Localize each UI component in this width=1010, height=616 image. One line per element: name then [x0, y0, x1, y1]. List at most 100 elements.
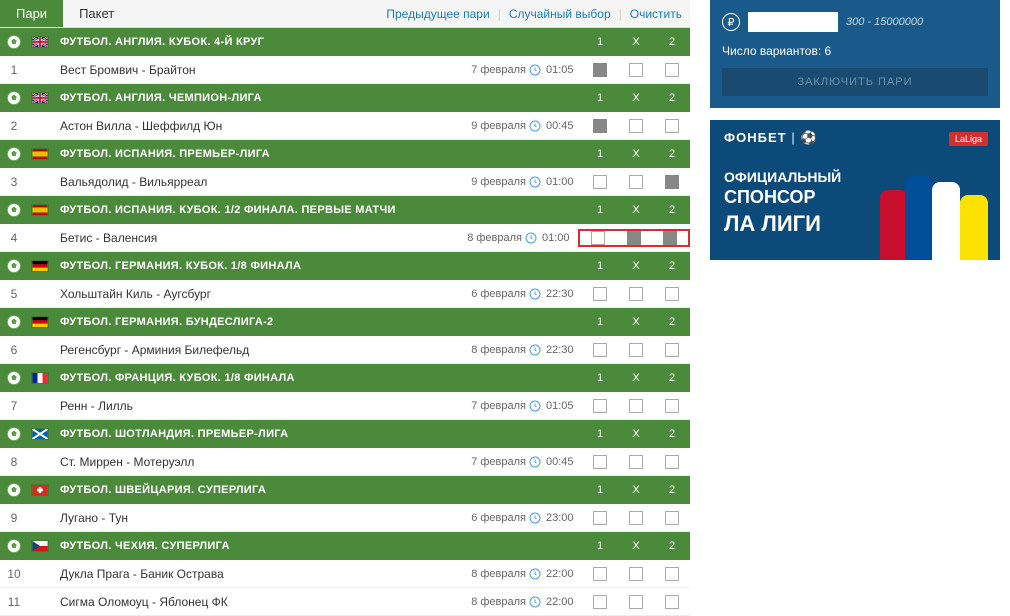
- pick-checkbox[interactable]: [593, 287, 607, 301]
- league-header[interactable]: ФУТБОЛ. АНГЛИЯ. КУБОК. 4-Й КРУГ1X2: [0, 28, 690, 56]
- pick-checkbox[interactable]: [593, 595, 607, 609]
- match-name[interactable]: Бетис - Валенсия: [52, 231, 452, 245]
- clock-icon: [526, 400, 544, 412]
- match-name[interactable]: Вест Бромвич - Брайтон: [52, 63, 456, 77]
- match-time: 22:00: [544, 568, 582, 580]
- league-header[interactable]: ФУТБОЛ. АНГЛИЯ. ЧЕМПИОН-ЛИГА1X2: [0, 84, 690, 112]
- league-title: ФУТБОЛ. ГЕРМАНИЯ. КУБОК. 1/8 ФИНАЛА: [52, 260, 582, 272]
- pick-boxes: [582, 175, 690, 189]
- clock-icon: [526, 596, 544, 608]
- match-name[interactable]: Лугано - Тун: [52, 511, 456, 525]
- league-header[interactable]: ФУТБОЛ. ШОТЛАНДИЯ. ПРЕМЬЕР-ЛИГА1X2: [0, 420, 690, 448]
- col-x: X: [618, 92, 654, 104]
- pick-checkbox[interactable]: [629, 63, 643, 77]
- pick-boxes: [582, 511, 690, 525]
- pick-checkbox[interactable]: [629, 287, 643, 301]
- match-name[interactable]: Астон Вилла - Шеффилд Юн: [52, 119, 456, 133]
- link-random[interactable]: Случайный выбор: [509, 7, 611, 21]
- match-name[interactable]: Ренн - Лилль: [52, 399, 456, 413]
- match-time: 00:45: [544, 120, 582, 132]
- league-header[interactable]: ФУТБОЛ. ГЕРМАНИЯ. КУБОК. 1/8 ФИНАЛА1X2: [0, 252, 690, 280]
- match-time: 01:05: [544, 64, 582, 76]
- league-header[interactable]: ФУТБОЛ. ГЕРМАНИЯ. БУНДЕСЛИГА-21X2: [0, 308, 690, 336]
- pick-checkbox[interactable]: [591, 231, 605, 245]
- match-name[interactable]: Дукла Прага - Баник Острава: [52, 567, 456, 581]
- pick-checkbox[interactable]: [665, 175, 679, 189]
- pick-checkbox[interactable]: [593, 175, 607, 189]
- pick-checkbox[interactable]: [629, 455, 643, 469]
- bet-amount-input[interactable]: [748, 12, 838, 32]
- match-name[interactable]: Сигма Оломоуц - Яблонец ФК: [52, 595, 456, 609]
- banner-text: ОФИЦИАЛЬНЫЙ СПОНСОР ЛА ЛИГИ: [724, 168, 841, 238]
- pick-checkbox[interactable]: [663, 231, 677, 245]
- col-x: X: [618, 148, 654, 160]
- col-1: 1: [582, 540, 618, 552]
- tab-pari[interactable]: Пари: [0, 0, 63, 27]
- pick-checkbox[interactable]: [629, 399, 643, 413]
- pick-checkbox[interactable]: [593, 567, 607, 581]
- flag-icon: [28, 540, 52, 552]
- match-name[interactable]: Регенсбург - Арминия Билефельд: [52, 343, 456, 357]
- variants-count: Число вариантов: 6: [722, 44, 988, 58]
- submit-bet-button[interactable]: ЗАКЛЮЧИТЬ ПАРИ: [722, 68, 988, 96]
- match-row: 6Регенсбург - Арминия Билефельд8 февраля…: [0, 336, 690, 364]
- pick-checkbox[interactable]: [629, 343, 643, 357]
- col-x: X: [618, 260, 654, 272]
- pick-checkbox[interactable]: [593, 455, 607, 469]
- pick-checkbox[interactable]: [665, 595, 679, 609]
- league-header[interactable]: ФУТБОЛ. ИСПАНИЯ. ПРЕМЬЕР-ЛИГА1X2: [0, 140, 690, 168]
- league-header[interactable]: ФУТБОЛ. ШВЕЙЦАРИЯ. СУПЕРЛИГА1X2: [0, 476, 690, 504]
- league-header[interactable]: ФУТБОЛ. ЧЕХИЯ. СУПЕРЛИГА1X2: [0, 532, 690, 560]
- pick-checkbox[interactable]: [593, 399, 607, 413]
- laliga-badge: LaLiga: [949, 132, 988, 146]
- pick-checkbox[interactable]: [665, 343, 679, 357]
- pick-boxes: [582, 287, 690, 301]
- match-number: 2: [0, 119, 28, 133]
- clock-icon: [526, 288, 544, 300]
- pick-checkbox[interactable]: [629, 175, 643, 189]
- clock-icon: [526, 120, 544, 132]
- pick-checkbox[interactable]: [665, 287, 679, 301]
- pick-checkbox[interactable]: [665, 567, 679, 581]
- soccer-icon: [0, 370, 28, 386]
- pick-checkbox[interactable]: [593, 343, 607, 357]
- col-1: 1: [582, 428, 618, 440]
- pick-checkbox[interactable]: [629, 119, 643, 133]
- pick-checkbox[interactable]: [629, 567, 643, 581]
- amount-range-label: 300 - 15000000: [846, 16, 923, 28]
- pick-checkbox[interactable]: [665, 399, 679, 413]
- soccer-icon: [0, 34, 28, 50]
- pick-checkbox[interactable]: [593, 63, 607, 77]
- link-clear[interactable]: Очистить: [630, 7, 682, 21]
- match-name[interactable]: Хольштайн Киль - Аугсбург: [52, 287, 456, 301]
- league-header[interactable]: ФУТБОЛ. ИСПАНИЯ. КУБОК. 1/2 ФИНАЛА. ПЕРВ…: [0, 196, 690, 224]
- clock-icon: [526, 344, 544, 356]
- pick-checkbox[interactable]: [665, 63, 679, 77]
- link-previous-bet[interactable]: Предыдущее пари: [386, 7, 489, 21]
- pick-boxes: [582, 567, 690, 581]
- pick-checkbox[interactable]: [629, 511, 643, 525]
- col-x: X: [618, 204, 654, 216]
- pick-checkbox[interactable]: [593, 119, 607, 133]
- match-date: 7 февраля: [456, 64, 526, 76]
- tab-paket[interactable]: Пакет: [63, 0, 130, 27]
- league-header[interactable]: ФУТБОЛ. ФРАНЦИЯ. КУБОК. 1/8 ФИНАЛА1X2: [0, 364, 690, 392]
- match-date: 7 февраля: [456, 456, 526, 468]
- match-row: 8Ст. Миррен - Мотеруэлл7 февраля00:45: [0, 448, 690, 476]
- pick-checkbox[interactable]: [593, 511, 607, 525]
- col-1: 1: [582, 372, 618, 384]
- league-title: ФУТБОЛ. ГЕРМАНИЯ. БУНДЕСЛИГА-2: [52, 316, 582, 328]
- pick-checkbox[interactable]: [665, 455, 679, 469]
- pick-checkbox[interactable]: [629, 595, 643, 609]
- match-name[interactable]: Вальядолид - Вильярреал: [52, 175, 456, 189]
- clock-icon: [526, 512, 544, 524]
- sponsor-banner[interactable]: ФОНБЕТ | ⚽ LaLiga ОФИЦИАЛЬНЫЙ СПОНСОР ЛА…: [710, 120, 1000, 260]
- league-title: ФУТБОЛ. ЧЕХИЯ. СУПЕРЛИГА: [52, 540, 582, 552]
- col-2: 2: [654, 372, 690, 384]
- soccer-icon: [0, 258, 28, 274]
- pick-checkbox[interactable]: [665, 119, 679, 133]
- col-x: X: [618, 484, 654, 496]
- pick-checkbox[interactable]: [665, 511, 679, 525]
- pick-checkbox[interactable]: [627, 231, 641, 245]
- match-name[interactable]: Ст. Миррен - Мотеруэлл: [52, 455, 456, 469]
